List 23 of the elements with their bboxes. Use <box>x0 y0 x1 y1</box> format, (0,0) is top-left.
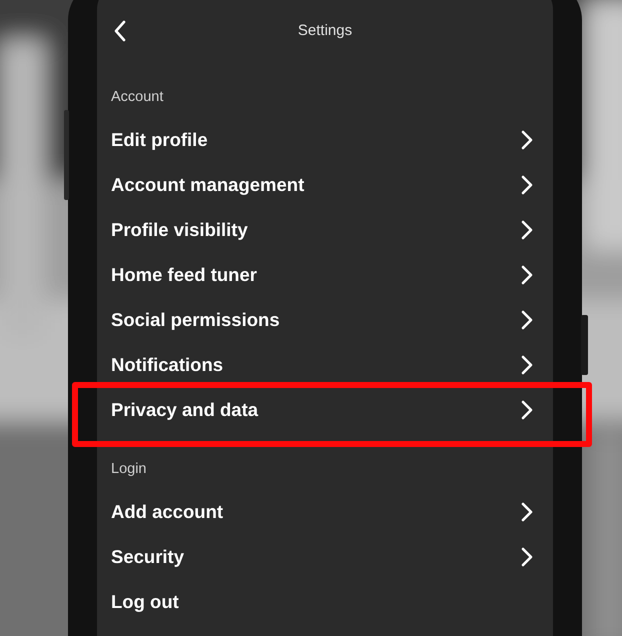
chevron-icon <box>521 502 533 522</box>
settings-item[interactable]: Social permissions <box>97 304 553 334</box>
settings-item[interactable]: Log out <box>97 586 553 616</box>
settings-item[interactable]: Add account <box>97 496 553 526</box>
chevron-icon <box>521 220 533 240</box>
settings-item[interactable]: Privacy and data <box>97 394 553 424</box>
screen-title: Settings <box>298 22 352 38</box>
chevron-icon <box>521 174 533 194</box>
settings-item[interactable]: Edit profile <box>97 124 553 154</box>
chevron-icon <box>521 310 533 330</box>
settings-item[interactable]: Notifications <box>97 350 553 380</box>
chevron-icon <box>521 130 533 150</box>
settings-item[interactable]: Security <box>97 542 553 572</box>
settings-item[interactable]: Profile visibility <box>97 214 553 244</box>
section-label: Login <box>111 461 146 477</box>
back-icon[interactable] <box>113 20 127 42</box>
chevron-icon <box>521 354 533 374</box>
chevron-icon <box>521 264 533 284</box>
chevron-icon <box>521 546 533 566</box>
chevron-icon <box>521 400 533 420</box>
settings-item[interactable]: Account management <box>97 170 553 200</box>
settings-item[interactable]: Home feed tuner <box>97 260 553 290</box>
section-label: Account <box>111 89 164 105</box>
